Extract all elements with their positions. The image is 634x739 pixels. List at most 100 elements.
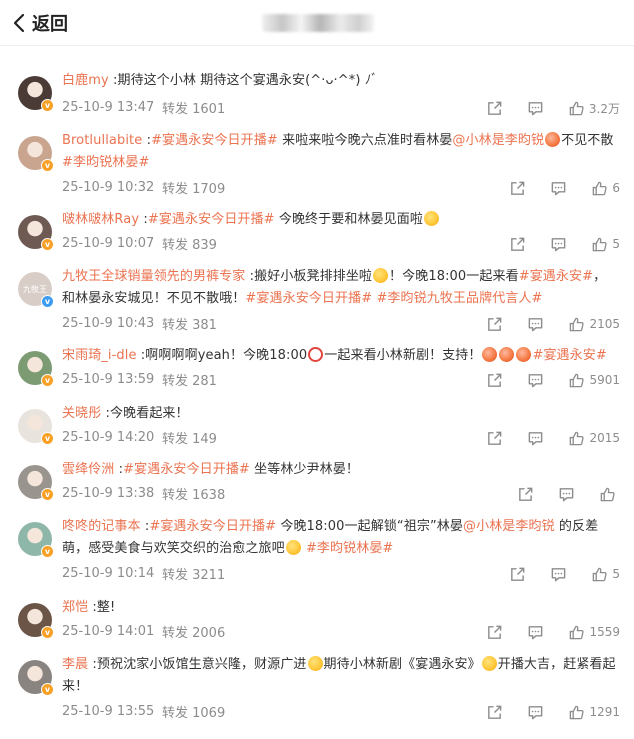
share-button[interactable] [509,180,526,197]
comment-text: 啵林啵林Ray :#宴遇永安今日开播# 今晚终于要和林晏见面啦 [62,209,622,231]
top-bar: 返回 [0,0,634,46]
like-button[interactable]: 3.2万 [568,100,620,117]
username-link[interactable]: 啵林啵林Ray [62,212,139,227]
thumbs-up-icon [591,236,608,253]
timestamp: 25-10-9 13:59 [62,372,155,387]
share-button[interactable] [486,372,503,389]
username-link[interactable]: 关晓彤 [62,406,101,421]
repost-count: 转发 2006 [162,626,226,641]
comment-icon [558,486,575,503]
mention-link[interactable]: @小林是李昀锐 [463,519,555,534]
hashtag-link[interactable]: #宴遇永安今日开播# [148,212,275,227]
comment-actions: 5901 [486,370,620,390]
like-button[interactable]: 5 [591,566,620,583]
comment-text: 雲绛伶洲 :#宴遇永安今日开播# 坐等林少尹林晏！ [62,459,622,481]
username-link[interactable]: 雲绛伶洲 [62,462,114,477]
like-button[interactable]: 2015 [568,430,620,447]
repost-count: 转发 281 [162,374,217,389]
share-icon [517,486,534,503]
username-link[interactable]: 李晨 [62,657,88,672]
share-icon [486,316,503,333]
comment-actions: 1291 [486,702,620,722]
hashtag-link[interactable]: #李昀锐林晏# [306,541,394,556]
chevron-left-icon [13,13,25,33]
username-link[interactable]: 咚咚的记事本 [62,519,141,534]
share-button[interactable] [509,236,526,253]
comment-icon [527,430,544,447]
comment-body-text: :整! [88,600,116,615]
share-button[interactable] [517,486,534,503]
reply-button[interactable] [527,624,544,641]
avatar[interactable]: v [18,215,54,251]
comment-icon [527,100,544,117]
timestamp: 25-10-9 10:32 [62,180,155,195]
like-count: 5 [612,237,620,251]
username-link[interactable]: Brotlullabite [62,133,142,148]
reply-button[interactable] [527,372,544,389]
back-button[interactable]: 返回 [12,9,68,37]
hashtag-link[interactable]: #宴遇永安今日开播# [245,291,372,306]
reply-button[interactable] [527,704,544,721]
share-button[interactable] [486,430,503,447]
share-button[interactable] [486,704,503,721]
like-button[interactable]: 6 [591,180,620,197]
reply-button[interactable] [527,430,544,447]
like-button[interactable]: 1291 [568,704,620,721]
kiss-face-emoji-icon [423,211,439,226]
comment-meta: 25-10-9 14:20 转发 149 [62,428,217,447]
like-button[interactable]: 2105 [568,316,620,333]
comment-text: 咚咚的记事本 :#宴遇永安今日开播# 今晚18:00一起解锁“祖宗”林晏@小林是… [62,516,622,560]
verified-badge-icon: v [41,432,54,445]
like-count: 1559 [589,625,620,639]
share-icon [486,704,503,721]
hashtag-link[interactable]: #宴遇永安# [519,269,593,284]
avatar[interactable]: v [18,660,54,696]
avatar[interactable]: v [18,351,54,387]
reply-button[interactable] [550,180,567,197]
reply-button[interactable] [558,486,575,503]
comment-text: Brotlullabite :#宴遇永安今日开播# 来啦来啦今晚六点准时看林晏@… [62,130,622,174]
like-button[interactable]: 5 [591,236,620,253]
avatar[interactable]: v [18,76,54,112]
reply-button[interactable] [550,566,567,583]
hashtag-link[interactable]: #李昀锐林晏# [62,155,150,170]
like-button[interactable] [599,486,620,503]
share-button[interactable] [509,566,526,583]
share-button[interactable] [486,100,503,117]
comment-meta: 25-10-9 10:32 转发 1709 [62,178,225,197]
avatar[interactable]: v [18,603,54,639]
hashtag-link[interactable]: #宴遇永安今日开播# [123,462,250,477]
reply-button[interactable] [527,316,544,333]
share-icon [509,566,526,583]
hashtag-link[interactable]: #宴遇永安今日开播# [151,133,278,148]
like-button[interactable]: 1559 [568,624,620,641]
like-button[interactable]: 5901 [568,372,620,389]
username-link[interactable]: 郑恺 [62,600,88,615]
comment-text: 李晨 :预祝沈家小饭馆生意兴隆，财源广进 期待小林新剧《宴遇永安》 开播大吉，赶紧看… [62,654,622,698]
avatar[interactable]: v [18,522,54,558]
username-link[interactable]: 宋雨琦_i-dle [62,348,137,363]
repost-count: 转发 149 [162,432,217,447]
avatar[interactable]: 九牧王 v [18,272,54,308]
hashtag-link[interactable]: #李昀锐九牧王品牌代言人# [376,291,542,306]
repost-count: 转发 381 [162,318,217,333]
comment-actions: 5 [509,564,620,584]
share-button[interactable] [486,624,503,641]
share-icon [486,100,503,117]
username-link[interactable]: 九牧王全球销量领先的男裤专家 [62,269,245,284]
laugh-face-emoji-icon [285,540,301,555]
comment-icon [550,236,567,253]
avatar[interactable]: v [18,136,54,172]
reply-button[interactable] [527,100,544,117]
mention-link[interactable]: @小林是李昀锐 [452,133,544,148]
repost-count: 转发 1638 [162,488,226,503]
reply-button[interactable] [550,236,567,253]
username-link[interactable]: 白鹿my [62,73,109,88]
hashtag-link[interactable]: #宴遇永安# [532,348,606,363]
share-button[interactable] [486,316,503,333]
avatar[interactable]: v [18,465,54,501]
hashtag-link[interactable]: #宴遇永安今日开播# [149,519,276,534]
repost-count: 转发 1069 [162,706,226,721]
avatar[interactable]: v [18,409,54,445]
comment-actions: 3.2万 [486,98,620,118]
